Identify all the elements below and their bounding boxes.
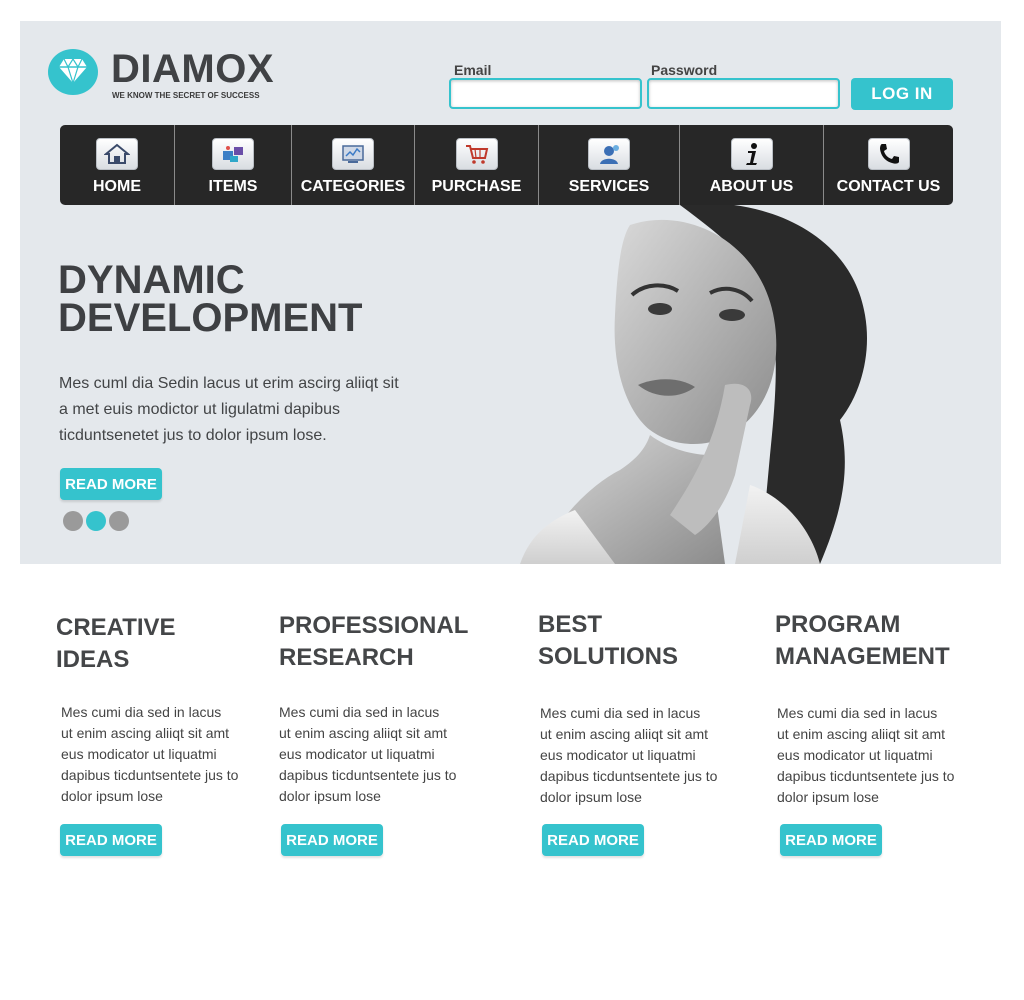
feature-title-line: RESEARCH bbox=[279, 644, 414, 671]
feature-text-line: eus modicator ut liquatmi bbox=[279, 746, 435, 762]
nav-label: SERVICES bbox=[568, 178, 650, 195]
nav-item-contact-us[interactable]: CONTACT US bbox=[824, 125, 953, 205]
nav-label: CONTACT US bbox=[836, 178, 941, 195]
feature-title: CREATIVE IDEAS bbox=[56, 612, 276, 676]
feature-text-line: dolor ipsum lose bbox=[540, 789, 642, 805]
feature-title-line: SOLUTIONS bbox=[538, 643, 679, 670]
email-input[interactable] bbox=[449, 78, 642, 109]
feature-text-line: eus modicator ut liquatmi bbox=[777, 747, 933, 763]
slider-dot[interactable] bbox=[63, 511, 83, 531]
feature-text-line: Mes cumi dia sed in lacus bbox=[279, 704, 440, 720]
read-more-button[interactable]: READ MORE bbox=[542, 824, 644, 856]
feature-text: Mes cumi dia sed in lacus ut enim ascing… bbox=[540, 703, 730, 808]
hero-text: Mes cuml dia Sedin lacus ut erim ascirg … bbox=[59, 375, 399, 444]
hero-section: DIAMOX WE KNOW THE SECRET OF SUCCESS Ema… bbox=[20, 21, 1001, 564]
hero-read-more-button[interactable]: READ MORE bbox=[60, 468, 162, 500]
hero-portrait-image bbox=[520, 205, 867, 564]
feature-text-line: dapibus ticduntsentete jus to bbox=[540, 768, 718, 784]
feature-title-line: IDEAS bbox=[56, 646, 130, 673]
items-icon bbox=[212, 138, 254, 170]
feature-text-line: eus modicator ut liquatmi bbox=[61, 746, 217, 762]
login-button[interactable]: LOG IN bbox=[851, 78, 953, 110]
slider-dots bbox=[63, 511, 129, 531]
logo[interactable]: DIAMOX WE KNOW THE SECRET OF SUCCESS bbox=[48, 47, 288, 107]
feature-text-line: Mes cumi dia sed in lacus bbox=[61, 704, 222, 720]
feature-text-line: ut enim ascing aliiqt sit amt bbox=[279, 725, 448, 741]
feature-text-line: dolor ipsum lose bbox=[279, 788, 381, 804]
nav-item-categories[interactable]: CATEGORIES bbox=[292, 125, 415, 205]
feature-title-line: BEST bbox=[538, 611, 603, 638]
brand-name: DIAMOX bbox=[111, 47, 274, 91]
email-label: Email bbox=[454, 62, 492, 78]
nav-item-items[interactable]: ITEMS bbox=[175, 125, 292, 205]
feature-text-line: dapibus ticduntsentete jus to bbox=[61, 767, 239, 783]
feature-title: PROGRAM MANAGEMENT bbox=[775, 609, 995, 673]
read-more-button[interactable]: READ MORE bbox=[281, 824, 383, 856]
services-icon bbox=[588, 138, 630, 170]
feature-text-line: dapibus ticduntsentete jus to bbox=[777, 768, 955, 784]
feature-title-line: PROFESSIONAL bbox=[279, 612, 469, 639]
read-more-button[interactable]: READ MORE bbox=[60, 824, 162, 856]
password-label: Password bbox=[651, 62, 718, 78]
nav-label: ITEMS bbox=[208, 178, 258, 195]
feature-text: Mes cumi dia sed in lacus ut enim ascing… bbox=[279, 702, 469, 807]
nav-label: PURCHASE bbox=[431, 178, 522, 195]
feature-title: PROFESSIONAL RESEARCH bbox=[279, 610, 499, 674]
nav-item-home[interactable]: HOME bbox=[60, 125, 175, 205]
feature-text-line: Mes cumi dia sed in lacus bbox=[540, 705, 701, 721]
feature-text-line: ut enim ascing aliiqt sit amt bbox=[540, 726, 709, 742]
diamond-icon bbox=[48, 49, 98, 95]
nav-item-about-us[interactable]: ABOUT US bbox=[680, 125, 824, 205]
feature-text-line: ut enim ascing aliiqt sit amt bbox=[777, 726, 946, 742]
feature-title: BEST SOLUTIONS bbox=[538, 609, 758, 673]
nav-item-purchase[interactable]: PURCHASE bbox=[415, 125, 539, 205]
cart-icon bbox=[455, 138, 498, 170]
tagline: WE KNOW THE SECRET OF SUCCESS bbox=[112, 91, 260, 100]
feature-text: Mes cumi dia sed in lacus ut enim ascing… bbox=[777, 703, 967, 808]
feature-text-line: dolor ipsum lose bbox=[61, 788, 163, 804]
feature-title-line: PROGRAM bbox=[775, 611, 901, 638]
feature-text: Mes cumi dia sed in lacus ut enim ascing… bbox=[61, 702, 251, 807]
feature-title-line: MANAGEMENT bbox=[775, 643, 950, 670]
feature-text-line: dapibus ticduntsentete jus to bbox=[279, 767, 457, 783]
slider-dot[interactable] bbox=[109, 511, 129, 531]
password-input[interactable] bbox=[647, 78, 840, 109]
nav-label: ABOUT US bbox=[709, 178, 794, 195]
slider-dot-active[interactable] bbox=[86, 511, 106, 531]
nav-label: HOME bbox=[93, 178, 141, 195]
main-nav: HOME ITEMS CATEGORIES PURCHASE SERVICES bbox=[60, 125, 953, 205]
feature-text-line: eus modicator ut liquatmi bbox=[540, 747, 696, 763]
hero-title-line: DEVELOPMENT bbox=[58, 296, 363, 340]
categories-icon bbox=[332, 138, 374, 170]
nav-item-services[interactable]: SERVICES bbox=[539, 125, 680, 205]
home-icon bbox=[96, 138, 138, 170]
info-icon bbox=[730, 138, 773, 170]
feature-text-line: ut enim ascing aliiqt sit amt bbox=[61, 725, 230, 741]
feature-text-line: dolor ipsum lose bbox=[777, 789, 879, 805]
hero-title: DYNAMIC DEVELOPMENT bbox=[58, 258, 398, 340]
nav-label: CATEGORIES bbox=[300, 178, 406, 195]
feature-text-line: Mes cumi dia sed in lacus bbox=[777, 705, 938, 721]
phone-icon bbox=[867, 138, 910, 170]
hero-title-line: DYNAMIC bbox=[58, 258, 245, 302]
read-more-button[interactable]: READ MORE bbox=[780, 824, 882, 856]
feature-title-line: CREATIVE bbox=[56, 614, 176, 641]
